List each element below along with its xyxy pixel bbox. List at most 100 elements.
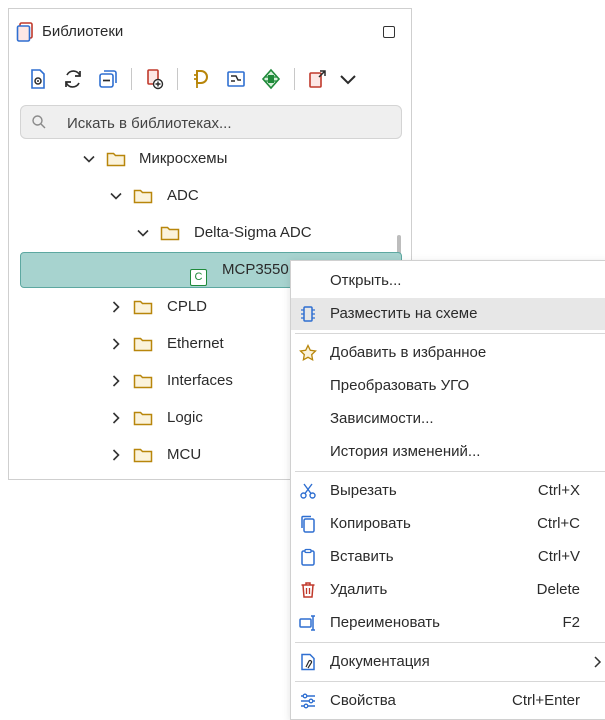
tree-label: Interfaces — [167, 372, 233, 389]
tree-label: CPLD — [167, 298, 208, 315]
tree-label: Микросхемы — [139, 150, 228, 167]
chevron-down-icon — [340, 75, 356, 85]
export-button[interactable] — [306, 67, 330, 91]
search-input[interactable] — [65, 112, 385, 134]
documentation-icon — [301, 653, 315, 671]
menu-item-dependencies[interactable]: Зависимости... — [291, 403, 605, 435]
search-icon — [32, 115, 46, 129]
add-library-icon — [147, 69, 164, 90]
toolbar-separator — [131, 68, 132, 90]
clipboard-icon — [301, 548, 315, 566]
menu-item-place-on-schematic[interactable]: Разместить на схеме — [291, 298, 605, 330]
menu-item-label: История изменений... — [330, 443, 481, 460]
menu-item-shortcut: Ctrl+V — [537, 548, 580, 565]
menu-item-label: Преобразовать УГО — [330, 377, 470, 394]
menu-item-paste[interactable]: Вставить Ctrl+V — [291, 541, 605, 573]
toolbar-separator — [177, 68, 178, 90]
chevron-right-icon[interactable] — [109, 448, 123, 462]
menu-item-label: Документация — [330, 653, 430, 670]
component-c-icon: C — [190, 269, 207, 286]
tree-label: ADC — [167, 187, 199, 204]
menu-item-label: Добавить в избранное — [330, 344, 487, 361]
tree-folder-delta-sigma-adc[interactable]: Delta-Sigma ADC — [9, 218, 401, 248]
library-book-icon — [16, 22, 33, 42]
chevron-down-icon[interactable] — [82, 152, 96, 166]
rename-icon — [299, 615, 315, 631]
folder-icon — [133, 189, 153, 204]
menu-item-history[interactable]: История изменений... — [291, 436, 605, 468]
view-library-icon — [31, 69, 45, 89]
tree-label: Delta-Sigma ADC — [194, 224, 312, 241]
collapse-all-icon — [99, 70, 117, 88]
add-library-button[interactable] — [142, 67, 166, 91]
folder-icon — [160, 226, 180, 241]
menu-separator — [295, 471, 605, 472]
menu-item-convert-symbol[interactable]: Преобразовать УГО — [291, 370, 605, 402]
refresh-button[interactable] — [61, 67, 85, 91]
export-icon — [309, 70, 326, 88]
menu-item-label: Переименовать — [330, 614, 440, 631]
menu-item-shortcut: Ctrl+C — [537, 515, 580, 532]
menu-item-shortcut: F2 — [562, 614, 580, 631]
component-icon — [261, 68, 281, 90]
trash-icon — [301, 582, 315, 598]
place-component-icon — [301, 306, 315, 322]
folder-icon — [133, 337, 153, 352]
menu-item-add-favorite[interactable]: Добавить в избранное — [291, 337, 605, 369]
collapse-all-button[interactable] — [96, 67, 120, 91]
scissors-icon — [300, 483, 316, 499]
menu-separator — [295, 642, 605, 643]
properties-sliders-icon — [301, 693, 315, 709]
view-library-button[interactable] — [26, 67, 50, 91]
symbol-button[interactable] — [189, 67, 213, 91]
tree-folder-microchips[interactable]: Микросхемы — [9, 144, 401, 174]
toolbar — [9, 65, 411, 95]
menu-separator — [295, 681, 605, 682]
component-button[interactable] — [259, 67, 283, 91]
star-icon — [299, 344, 317, 362]
menu-item-label: Зависимости... — [330, 410, 434, 427]
menu-item-shortcut: Delete — [536, 581, 580, 598]
menu-item-cut[interactable]: Вырезать Ctrl+X — [291, 475, 605, 507]
folder-icon — [133, 374, 153, 389]
folder-icon — [106, 152, 126, 167]
tree-label: Ethernet — [167, 335, 224, 352]
chevron-right-icon[interactable] — [109, 300, 123, 314]
folder-icon — [133, 300, 153, 315]
menu-item-label: Вырезать — [330, 482, 397, 499]
toolbar-separator — [294, 68, 295, 90]
chevron-right-icon — [594, 656, 602, 668]
menu-item-documentation[interactable]: Документация — [291, 646, 605, 678]
tree-label-selected: MCP3550 — [222, 261, 289, 278]
menu-item-properties[interactable]: Свойства Ctrl+Enter — [291, 685, 605, 717]
menu-separator — [295, 333, 605, 334]
refresh-icon — [65, 70, 81, 88]
menu-item-shortcut: Ctrl+Enter — [512, 692, 580, 709]
maximize-icon[interactable] — [383, 26, 395, 38]
footprint-button[interactable] — [224, 67, 248, 91]
footprint-icon — [227, 71, 245, 87]
folder-icon — [133, 411, 153, 426]
chevron-down-icon[interactable] — [109, 189, 123, 203]
menu-item-shortcut: Ctrl+X — [537, 482, 580, 499]
menu-item-open[interactable]: Открыть... — [291, 265, 605, 297]
library-search[interactable] — [20, 105, 402, 139]
tree-folder-adc[interactable]: ADC — [9, 181, 401, 211]
panel-header: Библиотеки — [9, 9, 411, 53]
copy-icon — [301, 515, 315, 533]
folder-icon — [133, 448, 153, 463]
menu-item-label: Свойства — [330, 692, 396, 709]
menu-item-delete[interactable]: Удалить Delete — [291, 574, 605, 606]
chevron-right-icon[interactable] — [109, 411, 123, 425]
menu-item-label: Вставить — [330, 548, 394, 565]
menu-item-label: Копировать — [330, 515, 411, 532]
menu-item-copy[interactable]: Копировать Ctrl+C — [291, 508, 605, 540]
menu-item-label: Открыть... — [330, 272, 402, 289]
menu-item-rename[interactable]: Переименовать F2 — [291, 607, 605, 639]
menu-item-label: Удалить — [330, 581, 388, 598]
chevron-right-icon[interactable] — [109, 337, 123, 351]
chevron-down-icon[interactable] — [136, 226, 150, 240]
export-dropdown-button[interactable] — [336, 67, 356, 91]
tree-label: Logic — [167, 409, 203, 426]
chevron-right-icon[interactable] — [109, 374, 123, 388]
